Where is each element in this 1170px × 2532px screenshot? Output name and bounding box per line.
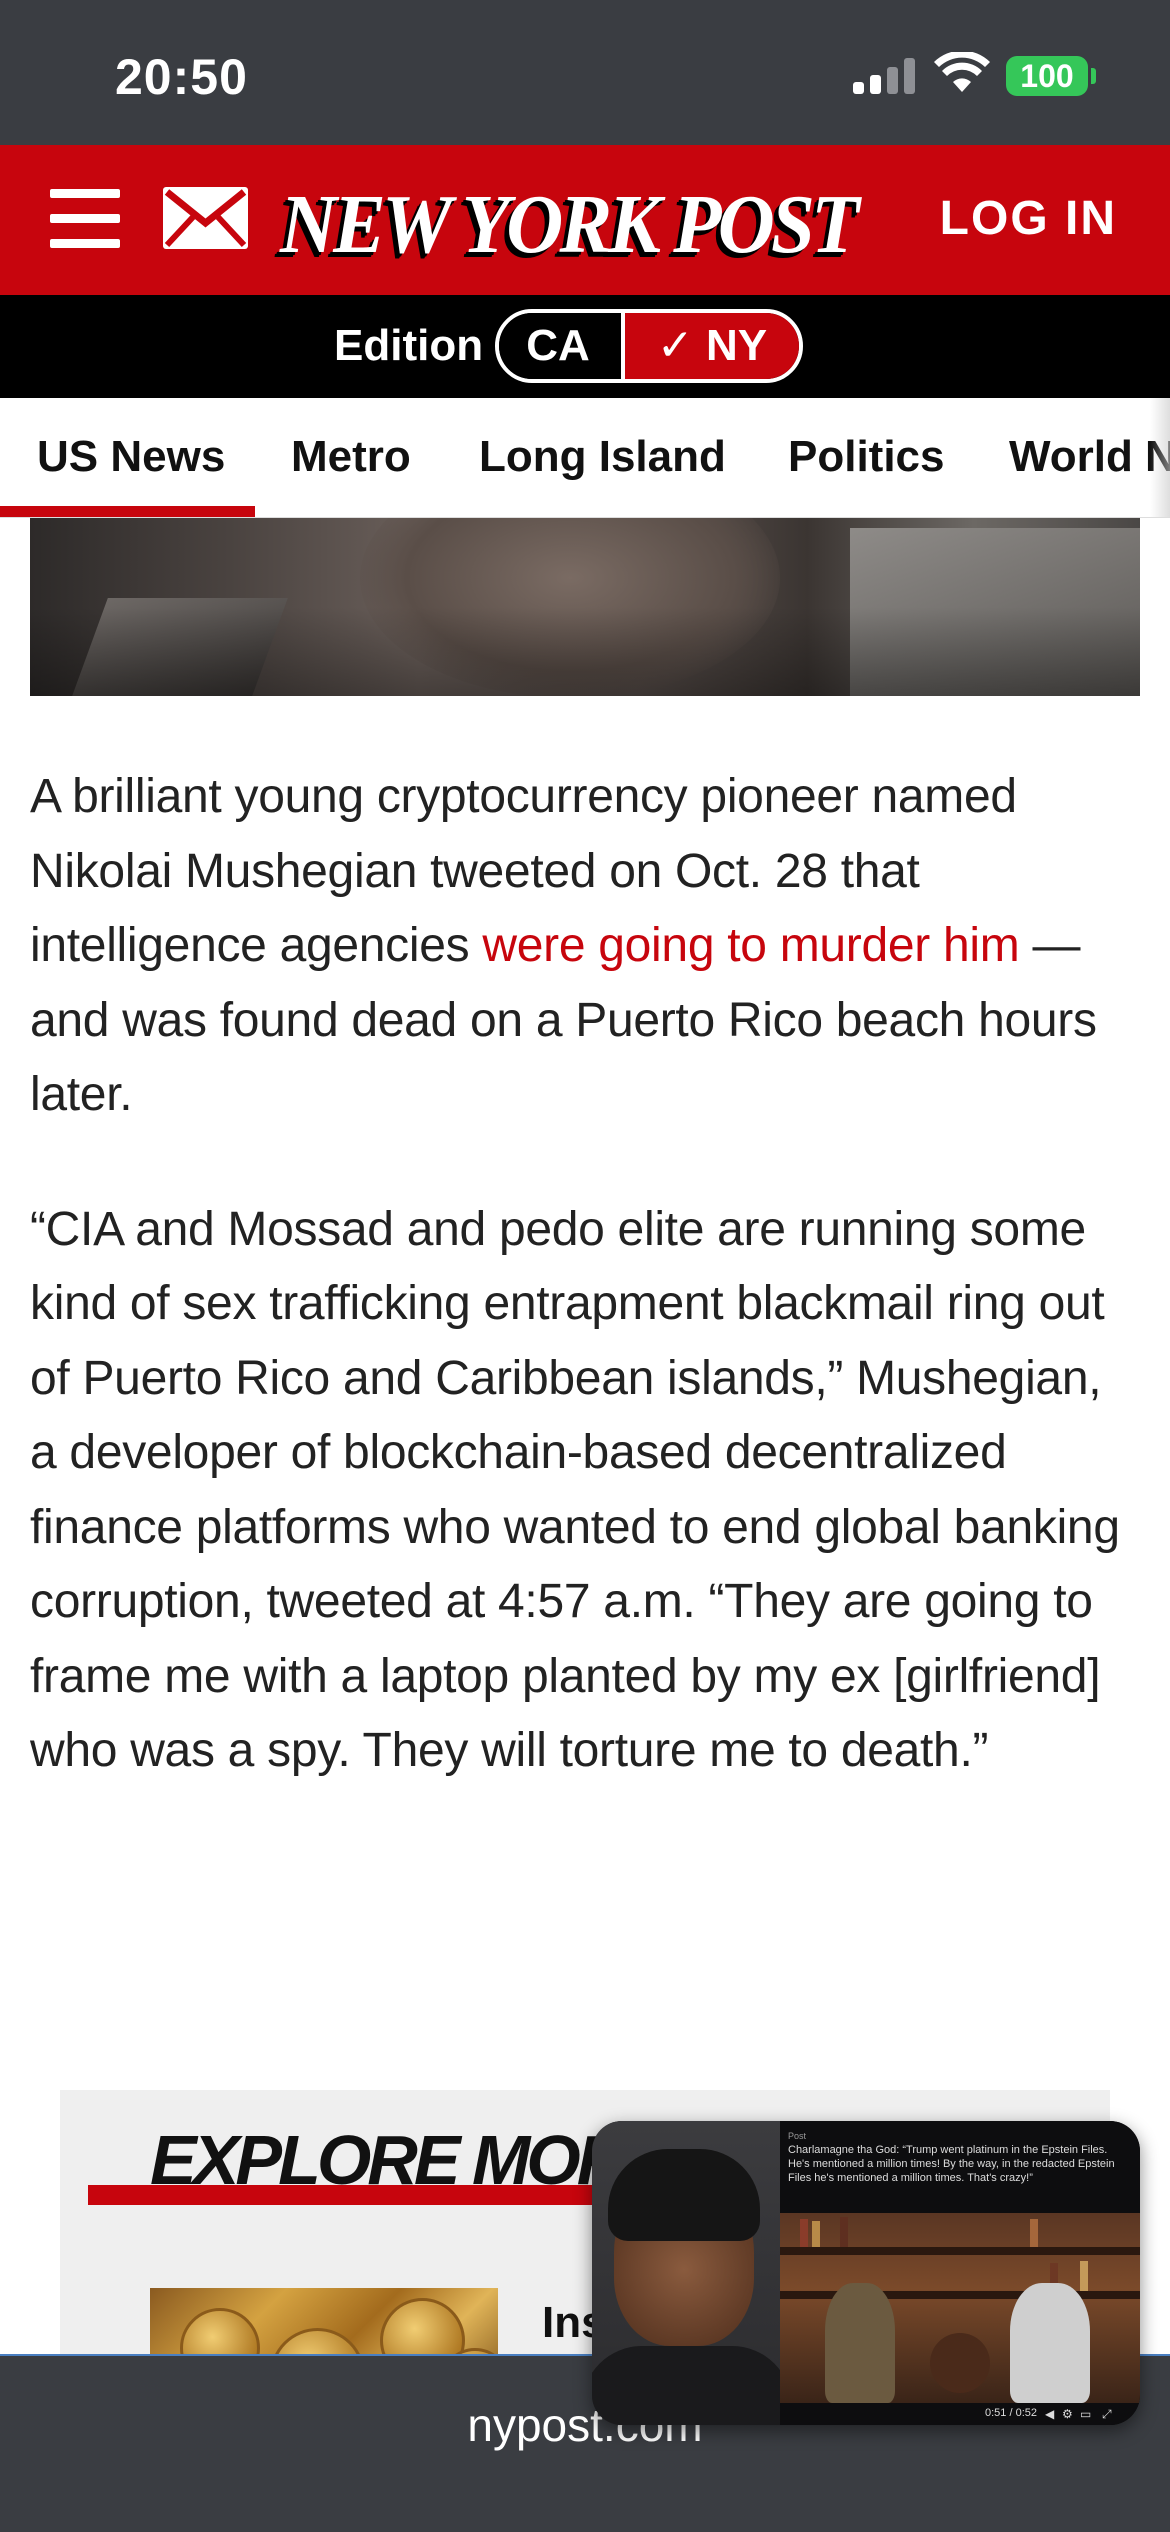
masthead: NEW YORK POST LOG IN (0, 145, 1170, 295)
edition-ny-label: NY (705, 321, 768, 370)
nav-scroll-fade (1150, 398, 1170, 517)
pip-caption-text: Charlamagne tha God: “Trump went platinu… (788, 2144, 1115, 2184)
edition-ca-button[interactable]: CA (499, 313, 617, 379)
pip-scene (780, 2213, 1140, 2403)
article-body: A brilliant young cryptocurrency pioneer… (30, 760, 1140, 1789)
tab-long-island[interactable]: Long Island (479, 432, 726, 482)
edition-label: Edition (334, 321, 484, 370)
active-tab-indicator (0, 506, 255, 517)
article-paragraph: A brilliant young cryptocurrency pioneer… (30, 760, 1140, 1133)
mail-icon[interactable] (163, 187, 248, 249)
pip-speaker (592, 2121, 792, 2425)
explore-more-title: EXPLORE MORE (150, 2121, 670, 2199)
settings-icon[interactable]: ⚙ (1062, 2407, 1073, 2421)
volume-icon[interactable]: ◀ (1045, 2407, 1054, 2421)
cellular-signal-icon (853, 58, 915, 94)
pip-source: Post (788, 2131, 807, 2141)
tab-world-news[interactable]: World N (1009, 432, 1170, 482)
wifi-icon (934, 52, 990, 92)
status-bar: 20:50 100 (0, 0, 1170, 145)
battery-tip (1091, 68, 1096, 84)
tab-us-news[interactable]: US News (37, 432, 225, 482)
logo-text: NEW YORK POST (280, 178, 859, 271)
edition-toggle[interactable]: CA ✓ NY (495, 309, 803, 383)
pip-clip: Post Charlamagne tha God: “Trump went pl… (780, 2121, 1140, 2425)
hamburger-menu-icon[interactable] (50, 189, 120, 249)
article-link[interactable]: were going to murder him (482, 919, 1019, 972)
photo-gradient (30, 518, 1140, 696)
checkmark-icon: ✓ (656, 321, 694, 370)
picture-in-picture-video[interactable]: Post Charlamagne tha God: “Trump went pl… (592, 2121, 1140, 2425)
pip-caption: Post Charlamagne tha God: “Trump went pl… (788, 2129, 1132, 2209)
nypost-logo[interactable]: NEW YORK POST (280, 165, 890, 275)
battery-icon: 100 (1006, 56, 1088, 96)
status-time: 20:50 (115, 49, 248, 105)
section-nav: US News Metro Long Island Politics World… (0, 398, 1170, 518)
edition-ny-button[interactable]: ✓ NY (621, 313, 799, 379)
pip-time: 0:51 / 0:52 (985, 2407, 1037, 2419)
pip-icon[interactable]: ▭ (1080, 2407, 1091, 2421)
article-hero-image[interactable] (30, 518, 1140, 696)
pip-controls: 0:51 / 0:52 ◀ ⚙ ▭ ⤢ (780, 2403, 1140, 2425)
tab-politics[interactable]: Politics (788, 432, 945, 482)
article-paragraph: “CIA and Mossad and pedo elite are runni… (30, 1202, 1120, 1778)
edition-bar: Edition CA ✓ NY (0, 295, 1170, 398)
fullscreen-icon[interactable]: ⤢ (1102, 2407, 1112, 2422)
tab-metro[interactable]: Metro (291, 432, 411, 482)
login-button[interactable]: LOG IN (940, 191, 1117, 246)
